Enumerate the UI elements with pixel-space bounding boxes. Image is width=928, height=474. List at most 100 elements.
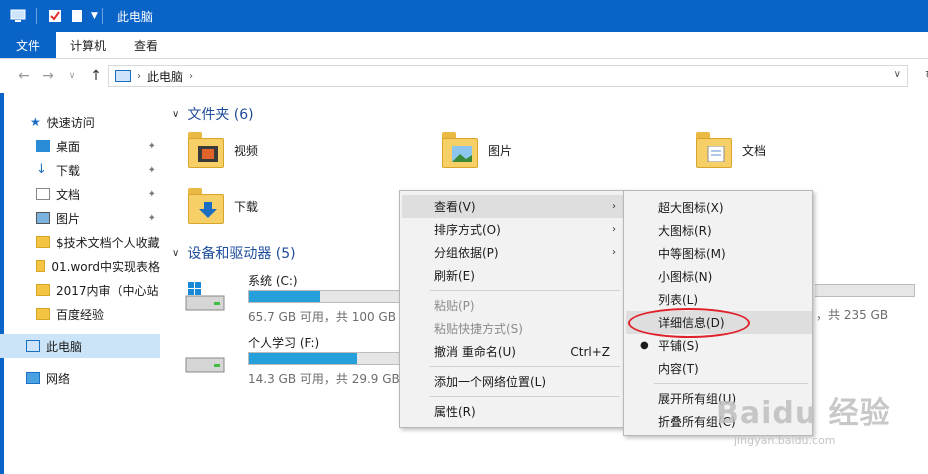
sidebar-item-label: 此电脑 xyxy=(46,339,83,354)
chevron-down-icon[interactable]: ∨ xyxy=(172,109,179,120)
sidebar-item-this-pc[interactable]: 此电脑 xyxy=(0,334,160,358)
properties-icon[interactable] xyxy=(47,9,63,23)
tab-file[interactable]: 文件 xyxy=(0,32,57,58)
picture-folder-icon xyxy=(442,132,480,168)
address-bar[interactable]: › 此电脑 › ∨ ↻ xyxy=(108,65,928,87)
menu-item-extra-large-icons[interactable]: 超大图标(X) xyxy=(626,196,812,219)
sidebar-item-label: 快速访问 xyxy=(46,115,95,130)
desktop-icon xyxy=(36,140,50,152)
folder-label: 下载 xyxy=(234,199,259,214)
pin-icon[interactable]: ✦ xyxy=(148,141,156,152)
menu-item-tiles[interactable]: ● 平铺(S) xyxy=(626,334,812,357)
folder-videos[interactable]: 视频 xyxy=(188,132,258,168)
sidebar-item-label: 网络 xyxy=(46,371,71,386)
sidebar-item-label: $技术文档个人收藏 xyxy=(56,235,160,250)
document-icon xyxy=(36,188,50,200)
menu-item-properties[interactable]: 属性(R) xyxy=(402,400,624,423)
section-header-folders[interactable]: ∨ 文件夹 (6) xyxy=(172,104,254,124)
menu-separator xyxy=(430,396,620,397)
menu-item-label: 撤消 重命名(U) xyxy=(434,345,516,359)
download-folder-icon xyxy=(188,188,226,224)
context-menu: 查看(V) › 排序方式(O) › 分组依据(P) › 刷新(E) 粘贴(P) … xyxy=(399,190,625,428)
sidebar-item-folder[interactable]: 2017内审（中心站 xyxy=(0,278,160,302)
menu-item-undo[interactable]: 撤消 重命名(U) Ctrl+Z xyxy=(402,340,624,363)
computer-icon xyxy=(10,9,26,22)
navigation-pane: ★ 快速访问 桌面 ✦ ↓ 下载 ✦ 文档 ✦ 图片 ✦ $技术文档个人收藏 0… xyxy=(0,100,160,474)
menu-item-label: 超大图标(X) xyxy=(658,201,724,215)
window-title: 此电脑 xyxy=(116,9,153,24)
sidebar-item-documents[interactable]: 文档 ✦ xyxy=(0,182,160,206)
tab-computer[interactable]: 计算机 xyxy=(56,32,120,58)
pin-icon[interactable]: ✦ xyxy=(148,165,156,176)
navigation-bar: ← → ∨ ↑ › 此电脑 › ∨ ↻ xyxy=(0,59,928,93)
menu-item-group[interactable]: 分组依据(P) › xyxy=(402,241,624,264)
forward-arrow-icon[interactable]: → xyxy=(36,68,60,84)
menu-item-label: 内容(T) xyxy=(658,362,699,376)
pin-icon[interactable]: ✦ xyxy=(148,213,156,224)
menu-item-paste-shortcut[interactable]: 粘贴快捷方式(S) xyxy=(402,317,624,340)
system-drive-icon xyxy=(185,282,225,311)
sidebar-item-desktop[interactable]: 桌面 ✦ xyxy=(0,134,160,158)
highlight-ellipse xyxy=(628,308,750,338)
tab-view[interactable]: 查看 xyxy=(120,32,172,58)
section-title: 文件夹 (6) xyxy=(187,107,254,123)
menu-item-add-network[interactable]: 添加一个网络位置(L) xyxy=(402,370,624,393)
menu-item-large-icons[interactable]: 大图标(R) xyxy=(626,219,812,242)
sidebar-item-downloads[interactable]: ↓ 下载 ✦ xyxy=(0,158,160,182)
chevron-down-icon[interactable]: ∨ xyxy=(894,69,901,80)
watermark-logo-text: Baidu 经验 xyxy=(716,396,891,431)
menu-item-paste[interactable]: 粘贴(P) xyxy=(402,294,624,317)
recent-locations-icon[interactable]: ∨ xyxy=(60,71,84,81)
menu-item-list[interactable]: 列表(L) xyxy=(626,288,812,311)
computer-icon xyxy=(115,70,131,82)
menu-item-refresh[interactable]: 刷新(E) xyxy=(402,264,624,287)
sidebar-item-network[interactable]: 网络 xyxy=(0,366,160,390)
sidebar-item-folder[interactable]: 百度经验 xyxy=(0,302,160,326)
sidebar-item-label: 文档 xyxy=(56,187,81,202)
baidu-watermark: Baidu 经验 jingyan.baidu.com xyxy=(716,388,926,472)
folder-icon xyxy=(36,308,50,320)
sidebar-item-label: 01.word中实现表格 xyxy=(51,259,160,274)
drive-info: ，共 235 GB xyxy=(816,308,889,322)
toolbar-separator xyxy=(36,8,37,24)
chevron-right-icon[interactable]: › xyxy=(189,71,193,82)
new-folder-icon[interactable] xyxy=(69,9,85,23)
folder-documents[interactable]: 文档 xyxy=(696,132,766,168)
sidebar-item-quick-access[interactable]: ★ 快速访问 xyxy=(0,110,160,134)
folder-downloads[interactable]: 下载 xyxy=(188,188,258,224)
pin-icon[interactable]: ✦ xyxy=(148,189,156,200)
customize-toolbar-icon[interactable]: ▼ xyxy=(91,11,98,21)
menu-separator xyxy=(654,383,808,384)
menu-item-label: 平铺(S) xyxy=(658,339,699,353)
quick-access-toolbar: ▼ xyxy=(0,8,98,24)
menu-item-content[interactable]: 内容(T) xyxy=(626,357,812,380)
network-icon xyxy=(26,372,40,384)
title-separator xyxy=(101,8,103,24)
chevron-right-icon[interactable]: › xyxy=(137,71,141,82)
chevron-right-icon: › xyxy=(612,224,616,235)
sidebar-item-pictures[interactable]: 图片 ✦ xyxy=(0,206,160,230)
title-bar: ▼ 此电脑 xyxy=(0,0,928,32)
folder-pictures[interactable]: 图片 xyxy=(442,132,512,168)
menu-item-label: 排序方式(O) xyxy=(434,223,501,237)
download-icon: ↓ xyxy=(36,162,47,177)
sidebar-item-folder[interactable]: $技术文档个人收藏 xyxy=(0,230,160,254)
back-arrow-icon[interactable]: ← xyxy=(12,68,36,84)
chevron-down-icon[interactable]: ∨ xyxy=(172,248,179,259)
folder-icon xyxy=(36,236,50,248)
address-path[interactable]: 此电脑 xyxy=(147,68,183,85)
menu-separator xyxy=(430,290,620,291)
menu-item-label: 列表(L) xyxy=(658,293,699,307)
menu-item-medium-icons[interactable]: 中等图标(M) xyxy=(626,242,812,265)
up-arrow-icon[interactable]: ↑ xyxy=(84,68,108,84)
menu-item-sort[interactable]: 排序方式(O) › xyxy=(402,218,624,241)
drive-icon xyxy=(185,357,225,373)
menu-item-small-icons[interactable]: 小图标(N) xyxy=(626,265,812,288)
document-folder-icon xyxy=(696,132,734,168)
sidebar-item-folder[interactable]: 01.word中实现表格 xyxy=(0,254,160,278)
drive-name: 个人学习 (F:) xyxy=(248,336,320,350)
menu-item-label: 属性(R) xyxy=(434,405,476,419)
menu-item-view[interactable]: 查看(V) › xyxy=(402,195,624,218)
section-header-drives[interactable]: ∨ 设备和驱动器 (5) xyxy=(172,243,296,263)
drive-usage-bar xyxy=(815,284,915,297)
